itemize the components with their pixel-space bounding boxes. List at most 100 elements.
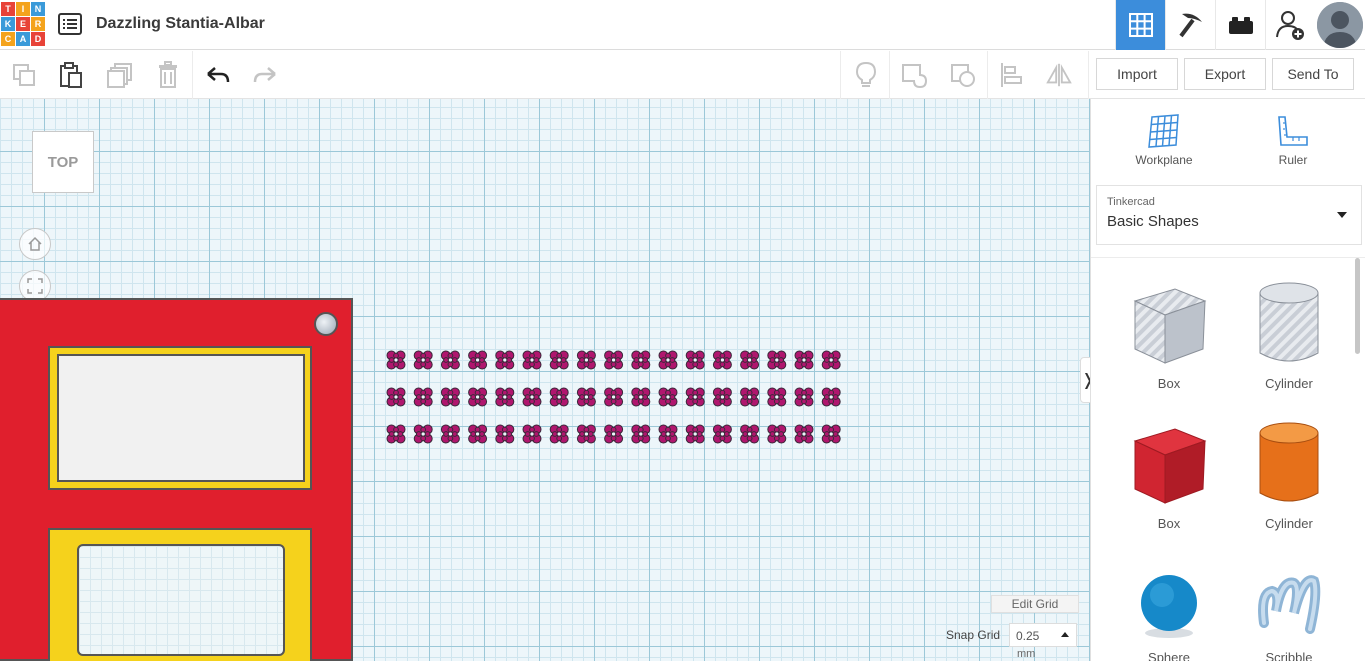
clover-shape[interactable] xyxy=(386,350,406,370)
clover-shape[interactable] xyxy=(386,424,406,444)
clover-shape[interactable] xyxy=(658,387,678,407)
align-button[interactable] xyxy=(997,61,1025,89)
3d-design-view-button[interactable] xyxy=(1115,0,1165,50)
shape-cylinder[interactable]: Cylinder xyxy=(1234,412,1344,531)
clover-shape[interactable] xyxy=(658,424,678,444)
clover-shape[interactable] xyxy=(740,350,760,370)
clover-shape[interactable] xyxy=(631,387,651,407)
duplicate-button[interactable] xyxy=(106,61,134,89)
clover-shape[interactable] xyxy=(712,350,732,370)
bricks-button[interactable] xyxy=(1215,0,1265,50)
clover-shape[interactable] xyxy=(495,387,515,407)
clover-shape[interactable] xyxy=(794,424,814,444)
edit-grid-button[interactable]: Edit Grid xyxy=(991,595,1079,613)
duplicate-icon xyxy=(107,63,132,88)
clover-shape[interactable] xyxy=(468,387,488,407)
yellow-frame-top[interactable] xyxy=(48,346,312,490)
clover-shape[interactable] xyxy=(604,387,624,407)
screw-hole-shape[interactable] xyxy=(314,312,338,336)
clover-shape[interactable] xyxy=(794,387,814,407)
home-view-button[interactable] xyxy=(19,228,51,260)
clover-shape[interactable] xyxy=(794,350,814,370)
clover-shape[interactable] xyxy=(549,350,569,370)
clover-shape[interactable] xyxy=(413,387,433,407)
export-button[interactable]: Export xyxy=(1184,58,1266,90)
clover-shape[interactable] xyxy=(631,424,651,444)
clover-shape[interactable] xyxy=(468,350,488,370)
group-button[interactable] xyxy=(900,61,928,89)
clover-shape[interactable] xyxy=(576,387,596,407)
snap-grid-select[interactable]: 0.25 xyxy=(1009,623,1077,647)
clover-shape[interactable] xyxy=(576,424,596,444)
ungroup-button[interactable] xyxy=(949,61,977,89)
clover-shape[interactable] xyxy=(767,387,787,407)
clover-shape[interactable] xyxy=(522,387,542,407)
clover-shape[interactable] xyxy=(440,387,460,407)
clover-shape[interactable] xyxy=(740,424,760,444)
transparent-window-shape[interactable] xyxy=(77,544,285,656)
caret-up-icon xyxy=(1061,632,1069,637)
clover-shape[interactable] xyxy=(740,387,760,407)
clover-shape[interactable] xyxy=(631,350,651,370)
clover-shape[interactable] xyxy=(413,350,433,370)
delete-button[interactable] xyxy=(154,61,182,89)
clover-shape[interactable] xyxy=(685,424,705,444)
clover-shape[interactable] xyxy=(821,387,841,407)
notes-button[interactable] xyxy=(852,61,880,89)
clover-pattern-group[interactable] xyxy=(382,343,847,453)
clover-shape[interactable] xyxy=(549,424,569,444)
snap-grid-unit: mm xyxy=(1017,648,1036,660)
clover-shape[interactable] xyxy=(821,424,841,444)
clover-shape[interactable] xyxy=(468,424,488,444)
shape-box-hole[interactable]: Box xyxy=(1114,272,1224,391)
workplane-tool[interactable]: Workplane xyxy=(1114,109,1214,167)
design-title[interactable]: Dazzling Stantia-Albar xyxy=(96,15,265,33)
clover-shape[interactable] xyxy=(440,350,460,370)
undo-button[interactable] xyxy=(204,61,232,89)
mirror-button[interactable] xyxy=(1045,61,1073,89)
clover-shape[interactable] xyxy=(685,387,705,407)
design-list-icon[interactable] xyxy=(58,13,82,35)
clover-shape[interactable] xyxy=(495,424,515,444)
redo-button[interactable] xyxy=(251,61,279,89)
tinkercad-logo[interactable]: TIN KER CAD xyxy=(1,2,45,46)
view-cube[interactable]: TOP xyxy=(32,131,94,193)
invite-user-button[interactable] xyxy=(1265,0,1315,50)
workplane-canvas[interactable]: TOP + − Edit Grid Snap Grid 0.25 mm xyxy=(0,99,1090,661)
clover-shape[interactable] xyxy=(522,350,542,370)
shape-sphere[interactable]: Sphere xyxy=(1114,546,1224,661)
codeblocks-button[interactable] xyxy=(1165,0,1215,50)
clover-shape[interactable] xyxy=(658,350,678,370)
ruler-tool[interactable]: Ruler xyxy=(1243,109,1343,167)
shapes-scrollbar[interactable] xyxy=(1355,258,1360,354)
paste-button[interactable] xyxy=(57,61,85,89)
clover-shape[interactable] xyxy=(549,387,569,407)
clover-shape[interactable] xyxy=(712,387,732,407)
import-button[interactable]: Import xyxy=(1096,58,1178,90)
collapse-panel-button[interactable]: ❭ xyxy=(1080,357,1090,403)
clover-shape[interactable] xyxy=(522,424,542,444)
clover-shape[interactable] xyxy=(712,424,732,444)
shape-scribble[interactable]: Scribble xyxy=(1234,546,1344,661)
logo-letter: T xyxy=(1,2,15,16)
red-panel-shape[interactable] xyxy=(0,298,353,661)
white-window-shape[interactable] xyxy=(57,354,305,482)
clover-shape[interactable] xyxy=(604,424,624,444)
user-avatar[interactable] xyxy=(1317,2,1363,48)
shape-cylinder-hole[interactable]: Cylinder xyxy=(1234,272,1344,391)
clover-shape[interactable] xyxy=(821,350,841,370)
clover-shape[interactable] xyxy=(767,424,787,444)
clover-shape[interactable] xyxy=(440,424,460,444)
clover-shape[interactable] xyxy=(386,387,406,407)
clover-shape[interactable] xyxy=(685,350,705,370)
shape-box[interactable]: Box xyxy=(1114,412,1224,531)
clover-shape[interactable] xyxy=(576,350,596,370)
clover-shape[interactable] xyxy=(767,350,787,370)
yellow-frame-bottom[interactable] xyxy=(48,528,312,661)
clover-shape[interactable] xyxy=(413,424,433,444)
clover-shape[interactable] xyxy=(495,350,515,370)
copy-button[interactable] xyxy=(10,61,38,89)
shape-library-dropdown[interactable]: Tinkercad Basic Shapes xyxy=(1096,185,1362,245)
send-to-button[interactable]: Send To xyxy=(1272,58,1354,90)
clover-shape[interactable] xyxy=(604,350,624,370)
